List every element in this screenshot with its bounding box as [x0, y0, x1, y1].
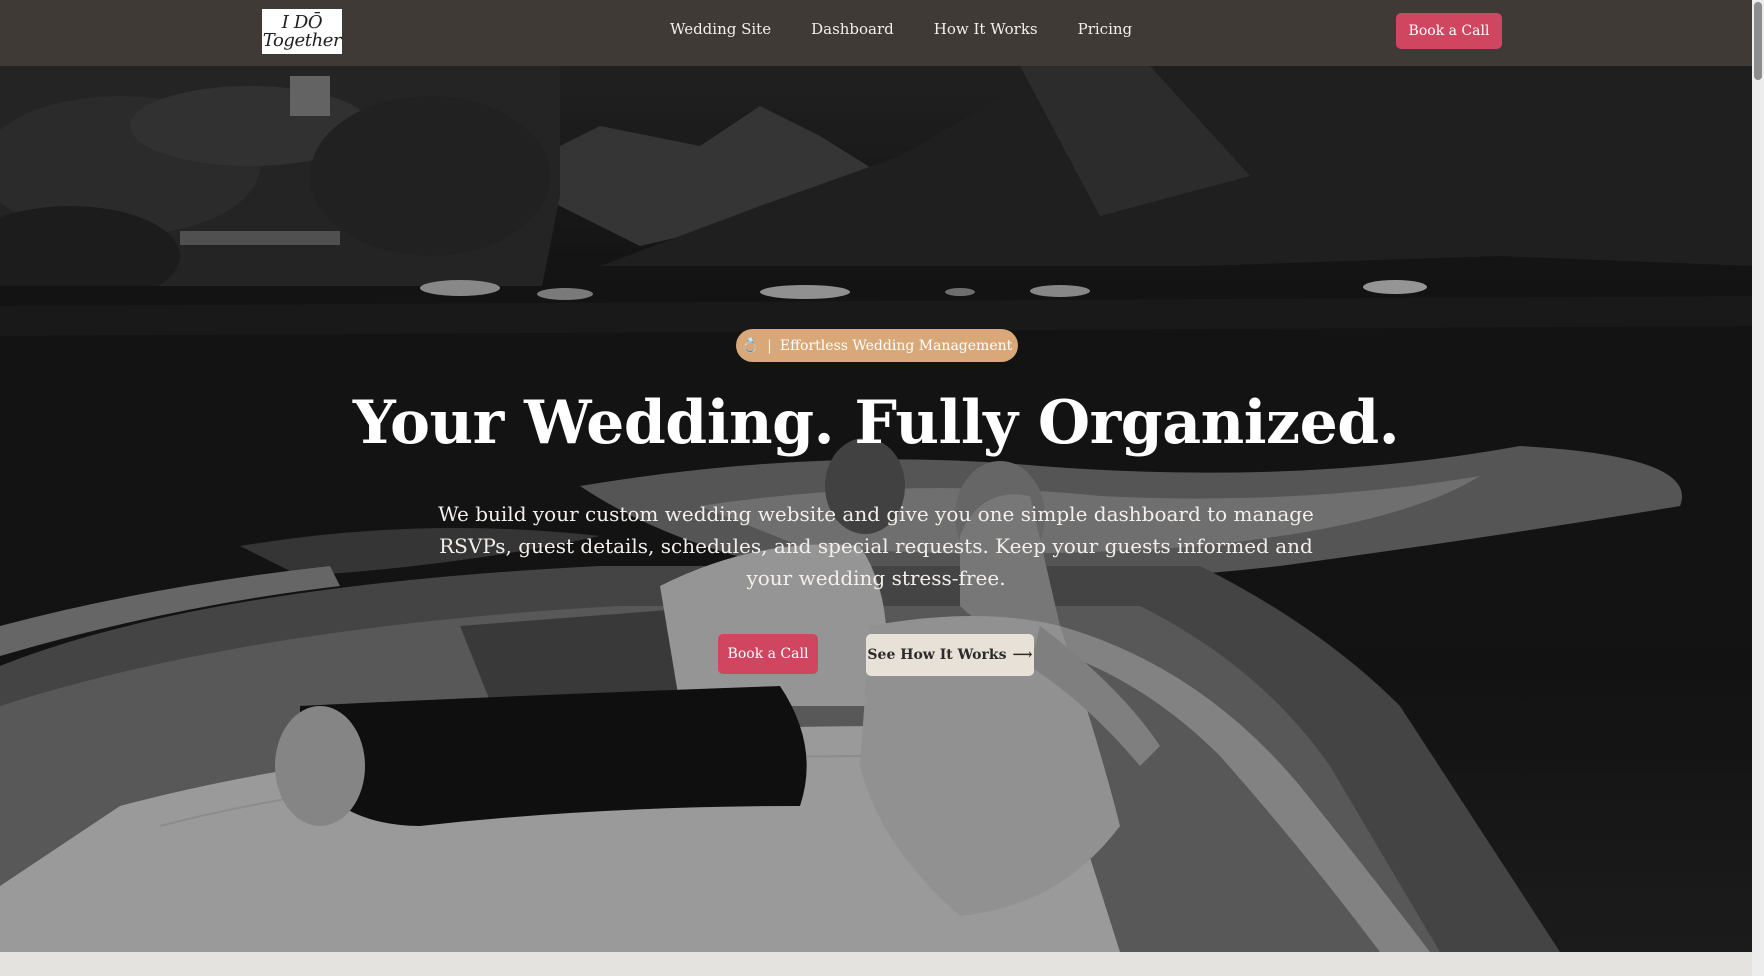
arrow-right-icon: ⟶	[1012, 647, 1033, 663]
main-nav: Wedding Site Dashboard How It Works Pric…	[670, 20, 1132, 38]
logo-line-2: Together	[262, 29, 342, 51]
nav-link-wedding-site[interactable]: Wedding Site	[670, 20, 771, 38]
see-how-it-works-label: See How It Works	[867, 647, 1007, 663]
badge-text: Effortless Wedding Management	[779, 337, 1013, 354]
page-scrollbar[interactable]	[1752, 0, 1764, 976]
nav-link-pricing[interactable]: Pricing	[1078, 20, 1133, 38]
book-a-call-nav-button[interactable]: Book a Call	[1396, 13, 1502, 49]
book-a-call-hero-button[interactable]: Book a Call	[718, 634, 818, 674]
ring-icon: 💍	[741, 337, 760, 354]
scrollbar-thumb[interactable]	[1754, 2, 1762, 80]
hero-actions: Book a Call See How It Works ⟶	[0, 634, 1752, 676]
top-navbar: I DŌ Together Wedding Site Dashboard How…	[0, 0, 1752, 66]
see-how-it-works-button[interactable]: See How It Works ⟶	[866, 634, 1034, 676]
next-section-edge	[0, 952, 1752, 976]
brand-logo[interactable]: I DŌ Together	[262, 9, 342, 54]
logo-line-1: I DŌ	[281, 11, 323, 33]
feature-badge: 💍 | Effortless Wedding Management	[736, 329, 1018, 362]
nav-link-how-it-works[interactable]: How It Works	[934, 20, 1038, 38]
hero-subtext: We build your custom wedding website and…	[438, 502, 1314, 590]
badge-separator: |	[767, 337, 772, 354]
nav-link-dashboard[interactable]: Dashboard	[811, 20, 894, 38]
hero-headline: Your Wedding. Fully Organized.	[352, 388, 1400, 458]
